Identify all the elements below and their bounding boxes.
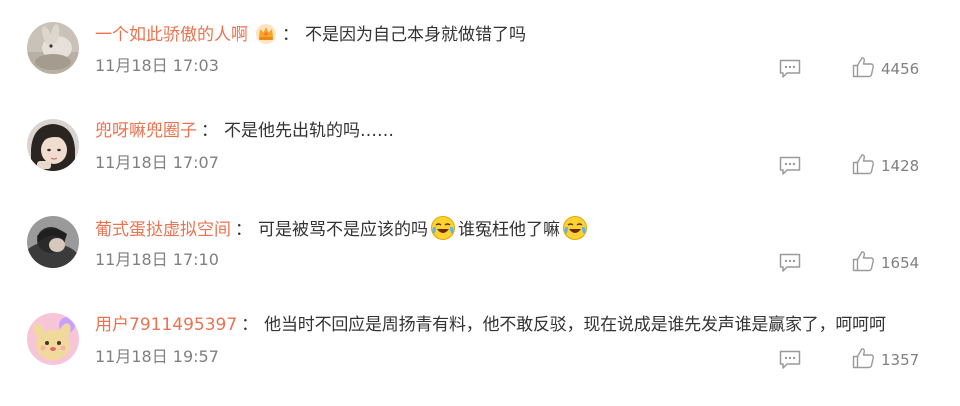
crying-laughing-emoji-icon [563, 216, 587, 240]
separator: ： [282, 25, 299, 45]
like-button[interactable]: 1357 [852, 347, 919, 371]
like-count: 1654 [881, 254, 920, 272]
comment-text: 他当时不回应是周扬青有料，他不敢反驳，现在说成是谁先发声谁是赢家了，呵呵呵 [264, 315, 886, 335]
crying-laughing-emoji-icon [431, 216, 455, 240]
username-link[interactable]: 兜呀嘛兜圈子 [95, 121, 197, 141]
thumbs-up-icon [852, 57, 874, 78]
comment-line: 一个如此骄傲的人啊 ： 不是因为自己本身就做错了吗 [95, 21, 526, 47]
comment-text: 不是因为自己本身就做错了吗 [305, 25, 526, 45]
like-count: 4456 [881, 60, 920, 78]
avatar[interactable] [27, 216, 79, 268]
comment-item: 一个如此骄傲的人啊 ： 不是因为自己本身就做错了吗 11月18日 17:03 44… [0, 0, 960, 96]
comment-text: 可是被骂不是应该的吗 [258, 220, 428, 240]
comment-time: 11月18日 17:10 [95, 250, 219, 269]
separator: ： [241, 315, 259, 335]
thumbs-up-icon [852, 251, 874, 272]
like-button[interactable]: 1428 [852, 153, 919, 177]
reply-icon[interactable] [779, 59, 801, 79]
comment-item: 葡式蛋挞虚拟空间：可是被骂不是应该的吗 谁冤枉他了嘛 11月18日 17:10 … [0, 194, 960, 290]
thumbs-up-icon [852, 348, 874, 369]
username-link[interactable]: 葡式蛋挞虚拟空间 [95, 220, 231, 240]
comment-text: 不是他先出轨的吗…… [224, 121, 394, 141]
avatar[interactable] [27, 22, 79, 74]
like-button[interactable]: 1654 [852, 250, 919, 274]
username-link[interactable]: 用户7911495397 [95, 315, 237, 335]
comment-time: 11月18日 17:07 [95, 153, 219, 172]
like-button[interactable]: 4456 [852, 56, 919, 80]
reply-icon[interactable] [779, 350, 801, 370]
separator: ： [201, 121, 218, 141]
comment-time: 11月18日 17:03 [95, 56, 219, 75]
reply-icon[interactable] [779, 253, 801, 273]
comment-line: 兜呀嘛兜圈子： 不是他先出轨的吗…… [95, 118, 394, 144]
separator: ： [235, 220, 252, 240]
comment-item: 兜呀嘛兜圈子： 不是他先出轨的吗…… 11月18日 17:07 1428 [0, 97, 960, 193]
like-count: 1357 [881, 351, 920, 369]
avatar[interactable] [27, 313, 79, 365]
comment-item: 用户7911495397：他当时不回应是周扬青有料，他不敢反驳，现在说成是谁先发… [0, 291, 960, 387]
comment-line: 用户7911495397：他当时不回应是周扬青有料，他不敢反驳，现在说成是谁先发… [95, 312, 886, 338]
thumbs-up-icon [852, 154, 874, 175]
comment-text: 谁冤枉他了嘛 [458, 220, 560, 240]
crown-badge-icon [256, 24, 276, 44]
username-link[interactable]: 一个如此骄傲的人啊 [95, 25, 248, 45]
avatar[interactable] [27, 119, 79, 171]
comment-line: 葡式蛋挞虚拟空间： 可是被骂不是应该的吗 谁冤枉他了嘛 [95, 215, 590, 241]
comment-time: 11月18日 19:57 [95, 347, 219, 366]
reply-icon[interactable] [779, 156, 801, 176]
like-count: 1428 [881, 157, 920, 175]
